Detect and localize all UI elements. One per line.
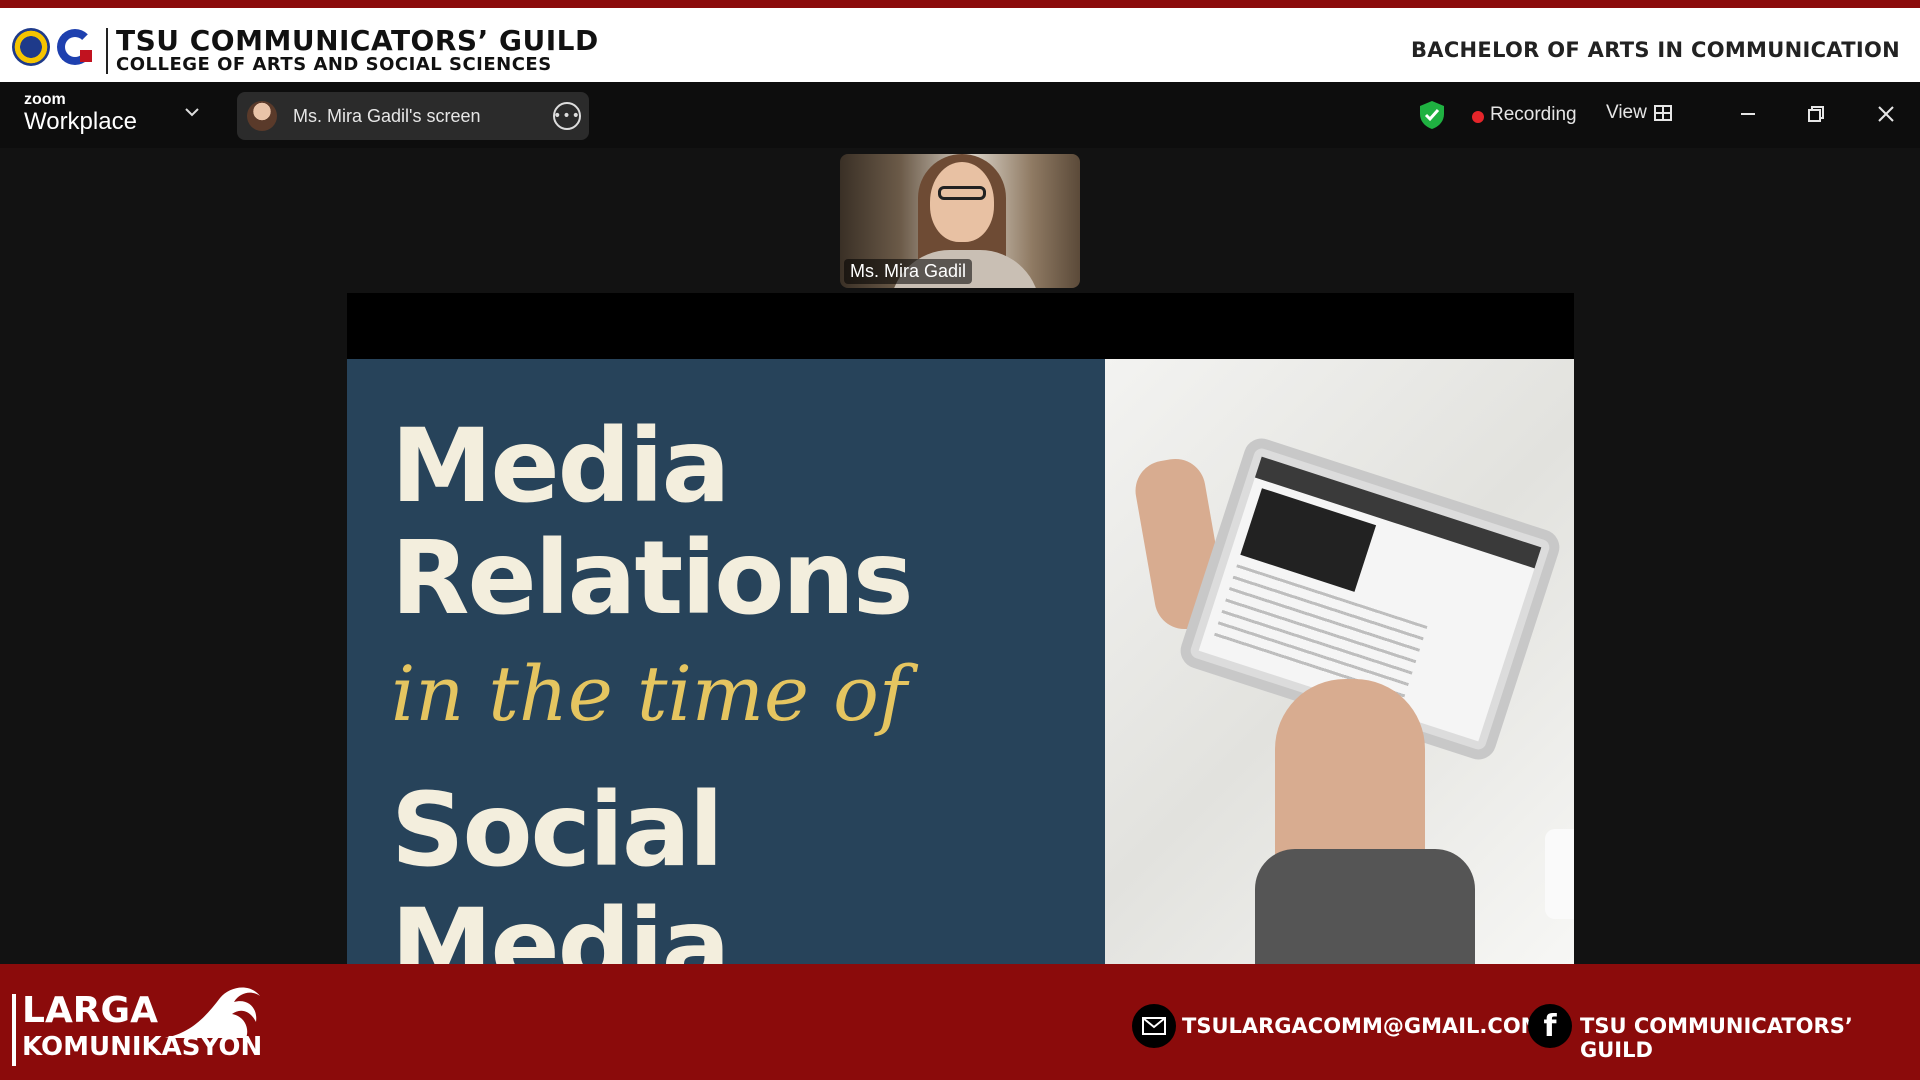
shared-screen-top-band bbox=[347, 293, 1574, 359]
minimize-icon[interactable] bbox=[1730, 96, 1766, 132]
shield-check-icon[interactable] bbox=[1418, 100, 1446, 130]
zoom-logo-big: Workplace bbox=[24, 108, 137, 135]
participant-face bbox=[930, 162, 994, 242]
slide-tablet-photo bbox=[1105, 359, 1574, 964]
program-name: BACHELOR OF ARTS IN COMMUNICATION bbox=[1410, 38, 1900, 62]
facebook-icon: f bbox=[1528, 1004, 1572, 1048]
zoom-logo-small: zoom bbox=[24, 91, 66, 108]
slide-title-line-3: in the time of bbox=[391, 649, 907, 738]
larga-wordmark: LARGA bbox=[22, 990, 158, 1031]
shared-screen-indicator[interactable]: Ms. Mira Gadil's screen ••• bbox=[237, 92, 589, 140]
larga-divider bbox=[12, 994, 16, 1066]
chevron-down-icon[interactable] bbox=[182, 102, 206, 126]
restore-icon[interactable] bbox=[1798, 96, 1834, 132]
participant-video-tile[interactable]: Ms. Mira Gadil bbox=[840, 154, 1080, 288]
more-options-icon[interactable]: ••• bbox=[553, 102, 581, 130]
shared-slide: Media Relations in the time of Social Me… bbox=[347, 359, 1574, 964]
facebook-page-name: TSU COMMUNICATORS’ GUILD bbox=[1580, 1014, 1853, 1062]
participant-glasses bbox=[938, 186, 986, 200]
contact-email: TSULARGACOMM@GMAIL.COM bbox=[1182, 1014, 1542, 1038]
participant-name: Ms. Mira Gadil bbox=[844, 259, 973, 284]
mail-icon bbox=[1132, 1004, 1176, 1048]
slide-title-line-5: Media bbox=[391, 887, 730, 964]
zoom-top-bar: zoom Workplace Ms. Mira Gadil's screen •… bbox=[0, 82, 1920, 148]
shared-screen-label: Ms. Mira Gadil's screen bbox=[293, 105, 481, 126]
guild-logo bbox=[56, 28, 94, 66]
slide-title-line-2: Relations bbox=[391, 519, 914, 638]
tablet-text-lines bbox=[1212, 564, 1428, 703]
slide-title-line-1: Media bbox=[391, 407, 730, 526]
presenter-avatar bbox=[247, 101, 277, 131]
view-button[interactable]: View bbox=[1606, 102, 1647, 124]
university-seal-logo bbox=[12, 28, 50, 66]
meeting-area: Ms. Mira Gadil Media Relations in the ti… bbox=[0, 148, 1920, 964]
sweater-sleeve bbox=[1255, 849, 1475, 964]
slide-text-panel: Media Relations in the time of Social Me… bbox=[347, 359, 1105, 964]
grid-icon[interactable] bbox=[1654, 104, 1672, 122]
brand-subtitle: COLLEGE OF ARTS AND SOCIAL SCIENCES bbox=[116, 54, 552, 75]
wave-logo-icon bbox=[160, 978, 270, 1048]
recording-dot bbox=[1472, 111, 1484, 123]
recording-label[interactable]: Recording bbox=[1490, 104, 1577, 126]
brand-divider bbox=[106, 28, 108, 74]
zoom-logo: zoom Workplace bbox=[24, 92, 137, 136]
coffee-cup bbox=[1545, 829, 1574, 919]
brand-title: TSU COMMUNICATORS’ GUILD bbox=[116, 24, 599, 57]
close-icon[interactable] bbox=[1868, 96, 1904, 132]
bottom-brand-banner: LARGA KOMUNIKASYON TSULARGACOMM@GMAIL.CO… bbox=[0, 964, 1920, 1080]
top-brand-banner: TSU COMMUNICATORS’ GUILD COLLEGE OF ARTS… bbox=[0, 0, 1920, 82]
slide-title-line-4: Social bbox=[391, 771, 724, 890]
brand-logos bbox=[12, 28, 94, 66]
